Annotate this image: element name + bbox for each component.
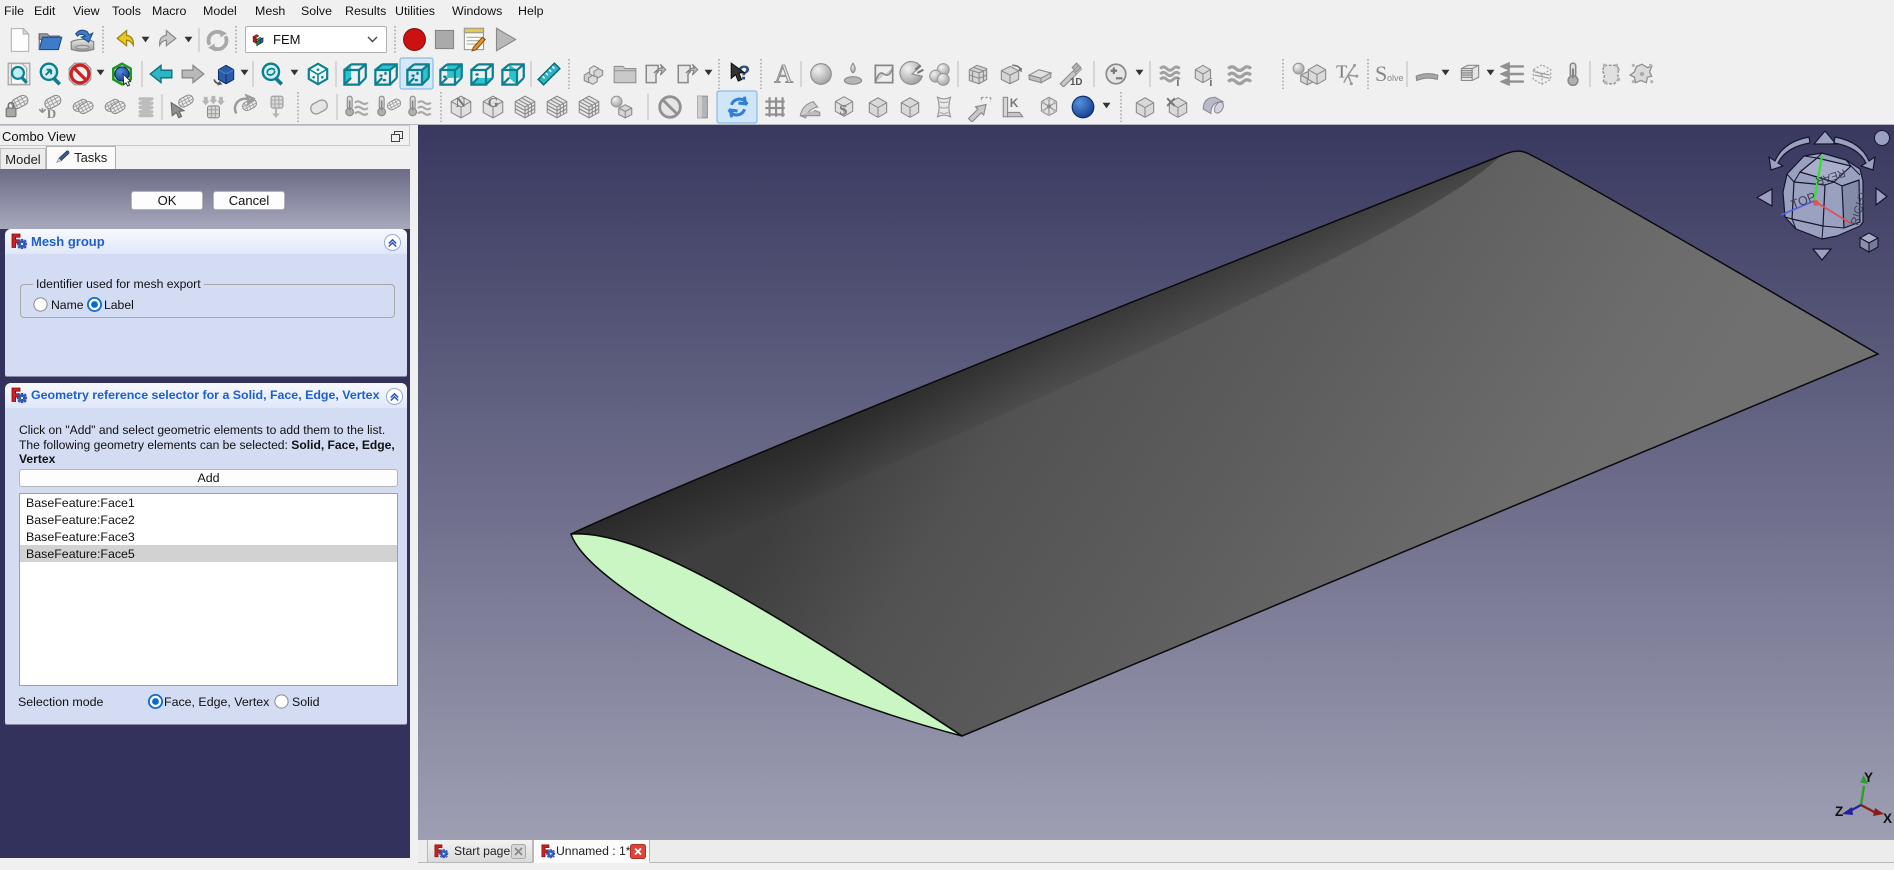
svg-text:Z: Z xyxy=(1835,804,1843,819)
svg-text:X: X xyxy=(1883,811,1892,826)
svg-text:Y: Y xyxy=(1864,770,1873,785)
